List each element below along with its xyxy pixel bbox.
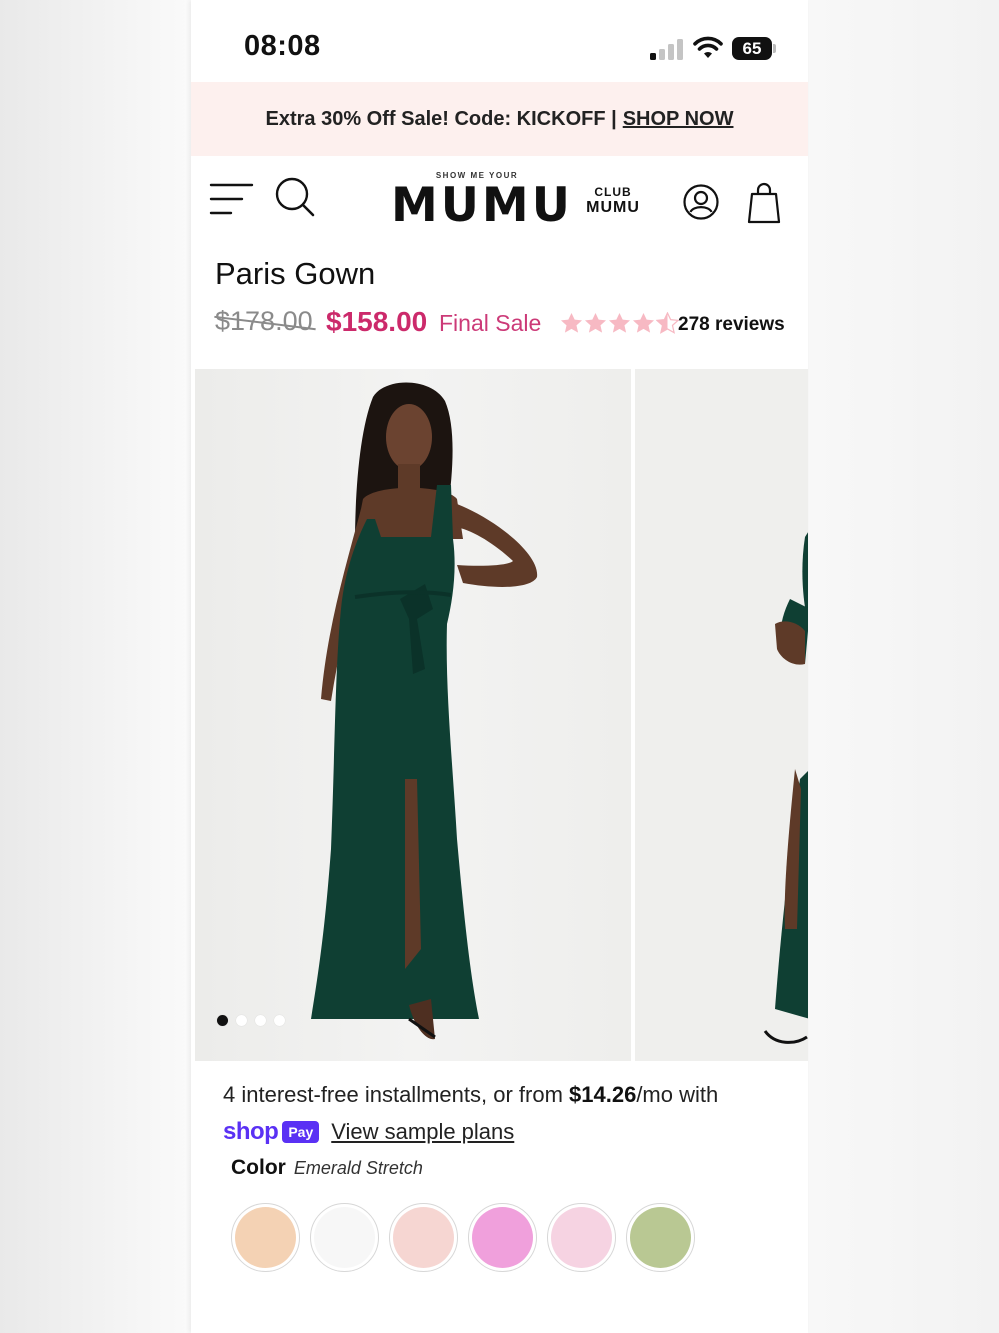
club-label-bottom: MUMU	[586, 199, 640, 216]
gallery-dot[interactable]	[255, 1015, 266, 1026]
installments-suffix: /mo with	[636, 1082, 719, 1107]
site-header: SHOW ME YOUR MUMU CLUB MUMU	[191, 156, 808, 248]
original-price: $178.00	[215, 306, 313, 336]
gallery-pagination	[217, 1015, 285, 1026]
battery-icon: 65	[732, 37, 772, 60]
shop-pay-logo: shop	[223, 1118, 279, 1145]
gallery-dot[interactable]	[217, 1015, 228, 1026]
cellular-signal-icon	[650, 38, 684, 60]
status-bar: 08:08 65	[191, 0, 808, 82]
color-swatches	[231, 1203, 695, 1272]
product-image-gallery[interactable]	[195, 369, 808, 1061]
battery-cap	[773, 44, 776, 53]
installments-prefix: 4 interest-free installments, or from	[223, 1082, 570, 1107]
club-mumu-link[interactable]: CLUB MUMU	[581, 186, 645, 216]
selected-color-name: Emerald Stretch	[293, 1158, 423, 1178]
promo-text: Extra 30% Off Sale! Code: KICKOFF |	[265, 107, 617, 130]
view-sample-plans-link[interactable]: View sample plans	[331, 1119, 514, 1145]
star-icon	[608, 312, 631, 333]
gallery-dot[interactable]	[274, 1015, 285, 1026]
product-title: Paris Gown	[215, 256, 376, 291]
product-image-next[interactable]	[635, 369, 808, 1061]
account-icon[interactable]	[682, 183, 720, 221]
product-image[interactable]	[195, 369, 631, 1061]
color-swatch[interactable]	[626, 1203, 695, 1272]
menu-icon[interactable]	[209, 182, 255, 216]
star-icon	[560, 312, 583, 333]
gallery-dot[interactable]	[236, 1015, 247, 1026]
color-label: Color	[231, 1156, 286, 1179]
price-row: $178.00 $158.00 Final Sale 278 reviews	[215, 306, 795, 346]
color-swatch[interactable]	[310, 1203, 379, 1272]
status-time: 08:08	[244, 30, 321, 62]
color-selector-header: Color Emerald Stretch	[231, 1156, 423, 1180]
installments-text: 4 interest-free installments, or from $1…	[223, 1082, 718, 1108]
rating-stars[interactable]	[560, 312, 679, 334]
shop-pay-row: shop Pay View sample plans	[223, 1116, 514, 1148]
model-side-illustration	[635, 369, 808, 1061]
wifi-icon	[693, 36, 723, 58]
star-half-icon	[656, 312, 679, 334]
site-logo[interactable]: MUMU	[391, 178, 570, 233]
color-swatch[interactable]	[547, 1203, 616, 1272]
shop-pay-badge: Pay	[282, 1121, 320, 1143]
phone-screen: 08:08 65 Extra 30% Off Sale! Code: KICKO…	[191, 0, 808, 1333]
club-label-top: CLUB	[594, 185, 632, 199]
star-icon	[584, 312, 607, 333]
promo-banner: Extra 30% Off Sale! Code: KICKOFF | SHOP…	[191, 82, 808, 156]
model-in-gown-illustration	[195, 369, 631, 1061]
color-swatch[interactable]	[231, 1203, 300, 1272]
shop-now-link[interactable]: SHOP NOW	[623, 108, 734, 131]
reviews-link[interactable]: 278 reviews	[678, 314, 785, 336]
shopping-bag-icon[interactable]	[746, 181, 782, 225]
color-swatch[interactable]	[389, 1203, 458, 1272]
star-icon	[632, 312, 655, 333]
installment-amount: $14.26	[569, 1082, 637, 1107]
color-swatch[interactable]	[468, 1203, 537, 1272]
search-icon[interactable]	[274, 176, 316, 218]
sale-price: $158.00	[326, 306, 428, 337]
final-sale-label: Final Sale	[439, 310, 542, 336]
